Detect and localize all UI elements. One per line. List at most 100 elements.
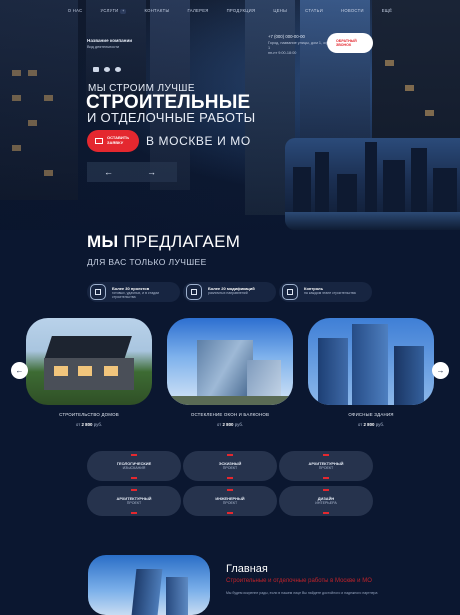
- request-button[interactable]: Оставить заявку: [87, 130, 139, 152]
- nav-badge: +: [120, 9, 127, 14]
- service-dash: [323, 512, 329, 514]
- photo-building: [411, 148, 427, 212]
- carousel-prev-button[interactable]: ←: [11, 362, 28, 379]
- price-unit: руб.: [234, 422, 244, 427]
- company-subtitle: Вид деятельности: [87, 45, 120, 49]
- envelope-icon: [95, 138, 103, 144]
- card-price: от 2 800 руб.: [26, 422, 152, 427]
- header-address: Город, название улицы, дом 1, оф 1: [268, 41, 329, 50]
- card-title[interactable]: Остекление окон и балконов: [167, 412, 293, 417]
- price-prefix: от: [357, 422, 363, 427]
- header-phone[interactable]: +7 (000) 000-00-00: [268, 34, 305, 39]
- photo-water: [285, 212, 460, 230]
- service-dash: [227, 477, 233, 479]
- hero-slider-controls: ← →: [87, 162, 177, 182]
- service-sketch[interactable]: Эскизный проект: [183, 451, 277, 481]
- tower: [318, 338, 348, 405]
- service-geology[interactable]: Геологические изыскания: [87, 451, 181, 481]
- tower: [352, 324, 388, 405]
- service-architecture[interactable]: Архитектурный проект: [279, 451, 373, 481]
- about-tower: [166, 577, 188, 615]
- card-image-offices[interactable]: [308, 318, 434, 405]
- service-engineering[interactable]: Инженерный проект: [183, 486, 277, 516]
- about-subtitle: Строительные и отделочные работы в Москв…: [226, 578, 372, 584]
- ground: [167, 396, 293, 405]
- nav-item-services[interactable]: Услуги +: [91, 0, 135, 22]
- house-window: [78, 366, 92, 376]
- service-dash: [131, 489, 137, 491]
- photo-building: [383, 160, 405, 212]
- card-title[interactable]: Офисные здания: [308, 412, 434, 417]
- vk-icon[interactable]: [93, 67, 99, 72]
- service-subtitle: проект: [318, 466, 334, 470]
- service-dash: [323, 489, 329, 491]
- telegram-icon[interactable]: [104, 67, 110, 72]
- section-title-rest: ПРЕДЛАГАЕМ: [118, 232, 241, 251]
- request-label-2: заявку: [107, 140, 124, 145]
- document-icon: [90, 284, 106, 300]
- nav-item-news[interactable]: Новости: [332, 0, 373, 22]
- hero-title-2: и отделочные работы: [87, 110, 256, 125]
- request-button-label: Оставить заявку: [107, 136, 129, 145]
- callback-label-2: ЗВОНОК: [336, 43, 352, 47]
- nav-item-prices[interactable]: Цены: [264, 0, 296, 22]
- service-dash: [131, 477, 137, 479]
- tools-icon: [282, 284, 298, 300]
- about-title: Главная: [226, 563, 268, 575]
- feature-text: на каждом этапе строительства: [304, 291, 356, 295]
- service-subtitle: проект: [222, 501, 238, 505]
- photo-building: [337, 174, 357, 212]
- price-unit: руб.: [375, 422, 385, 427]
- nav-item-contacts[interactable]: Контакты: [135, 0, 178, 22]
- callback-button[interactable]: ОБРАТНЫЙ ЗВОНОК: [327, 33, 373, 53]
- top-nav: О нас Услуги + Контакты Галерея Продукция…: [0, 0, 460, 22]
- tower: [394, 346, 424, 405]
- service-dash: [227, 489, 233, 491]
- header-hours: пн-пт 9:00-18:00: [268, 51, 297, 55]
- section-title: МЫ ПРЕДЛАГАЕМ: [87, 232, 240, 252]
- service-subtitle: проект: [222, 466, 238, 470]
- hero-next-button[interactable]: →: [147, 167, 156, 177]
- card-title[interactable]: Строительство домов: [26, 412, 152, 417]
- photo-building: [433, 168, 457, 212]
- carousel-next-button[interactable]: →: [432, 362, 449, 379]
- service-interior[interactable]: Дизайн интерьера: [279, 486, 373, 516]
- service-dash: [131, 512, 137, 514]
- price-prefix: от: [75, 422, 81, 427]
- company-name[interactable]: Название компании: [87, 38, 132, 43]
- price-value: 2 800: [363, 422, 375, 427]
- card-image-houses[interactable]: [26, 318, 152, 405]
- service-dash: [227, 512, 233, 514]
- service-subtitle: изыскания: [122, 466, 146, 470]
- card-price: от 2 800 руб.: [167, 422, 293, 427]
- glass-building: [197, 340, 253, 398]
- service-subtitle: интерьера: [315, 501, 337, 505]
- house-roof: [44, 336, 132, 360]
- feature-projects: Более 30 проектов готовых, удачных, и в …: [87, 282, 180, 302]
- nav-item-about[interactable]: О нас: [59, 0, 92, 22]
- nav-item-label: Услуги: [100, 8, 119, 13]
- feature-text: различных направлений: [208, 291, 248, 295]
- hero-city-photo: [285, 138, 460, 230]
- photo-building: [293, 167, 311, 212]
- whatsapp-icon[interactable]: [115, 67, 121, 72]
- about-tower: [131, 569, 163, 615]
- service-dash: [323, 454, 329, 456]
- price-value: 2 800: [222, 422, 234, 427]
- service-subtitle: проект: [126, 501, 142, 505]
- feature-control: Контроль на каждом этапе строительства: [279, 282, 372, 302]
- nav-item-articles[interactable]: Статьи: [296, 0, 332, 22]
- nav-item-products[interactable]: Продукция: [218, 0, 265, 22]
- card-image-windows[interactable]: [167, 318, 293, 405]
- hero-prev-button[interactable]: ←: [104, 167, 113, 177]
- section-title-bold: МЫ: [87, 232, 119, 251]
- nav-item-gallery[interactable]: Галерея: [178, 0, 217, 22]
- about-image: [88, 555, 210, 615]
- price-value: 2 800: [81, 422, 93, 427]
- service-architecture-2[interactable]: Архитектурный проект: [87, 486, 181, 516]
- nav-item-more[interactable]: Ещё: [373, 0, 401, 22]
- section-subtitle: Для вас только лучшее: [87, 257, 207, 267]
- house-window: [104, 366, 118, 376]
- service-dash: [131, 454, 137, 456]
- price-prefix: от: [216, 422, 222, 427]
